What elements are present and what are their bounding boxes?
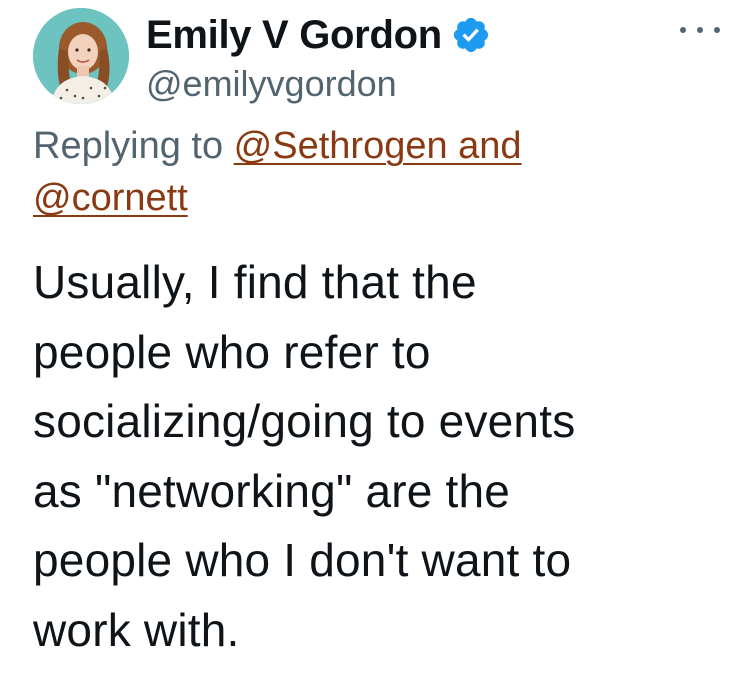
tweet-text: Usually, I find that the people who refe… xyxy=(33,248,733,665)
author-avatar[interactable] xyxy=(33,8,129,104)
author-display-name[interactable]: Emily V Gordon xyxy=(146,15,442,55)
tweet-text-line: work with. xyxy=(33,603,240,656)
tweet-text-line: people who refer to xyxy=(33,325,431,378)
tweet-text-line: socializing/going to events xyxy=(33,395,576,447)
tweet-text-line: people who I don't want to xyxy=(33,534,572,586)
avatar-image xyxy=(33,8,129,104)
replying-to-prefix: Replying to xyxy=(33,125,234,167)
more-dot-1 xyxy=(680,27,686,33)
tweet-text-line: Usually, I find that the xyxy=(33,256,477,308)
replying-to: Replying to @Sethrogen and @cornett xyxy=(33,120,653,224)
verified-badge-icon xyxy=(451,15,491,55)
tweet: Emily V Gordon @emilyvgordon Replying to… xyxy=(0,0,750,683)
author-name-row: Emily V Gordon xyxy=(146,10,491,60)
mention-cornett-link[interactable]: @cornett xyxy=(33,177,188,219)
author-handle[interactable]: @emilyvgordon xyxy=(146,66,397,102)
more-dot-2 xyxy=(697,27,703,33)
mention-sethrogen-link[interactable]: @Sethrogen and xyxy=(234,125,522,167)
more-dot-3 xyxy=(714,27,720,33)
tweet-text-line: as "networking" are the xyxy=(33,464,511,517)
more-options-icon[interactable] xyxy=(680,18,720,42)
